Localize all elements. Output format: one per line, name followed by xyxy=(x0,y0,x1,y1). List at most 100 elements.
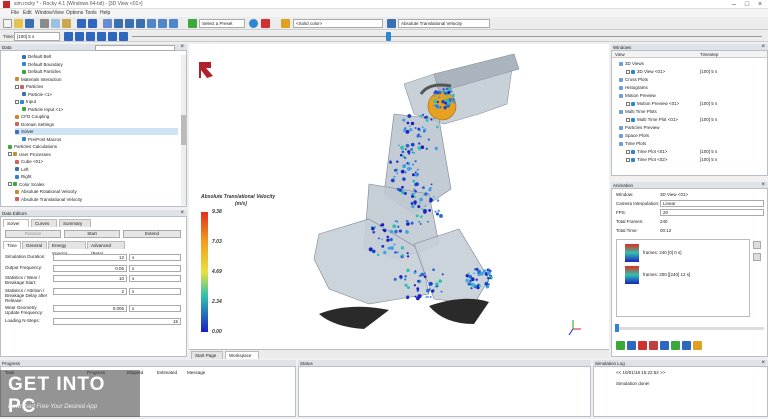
undo-icon[interactable] xyxy=(77,19,86,28)
view-top-icon[interactable] xyxy=(136,19,145,28)
folder-icon[interactable] xyxy=(693,341,702,350)
add-keyframe-icon[interactable] xyxy=(616,341,625,350)
tab-workspace[interactable]: Workspace ■ xyxy=(225,351,259,366)
export-video-icon[interactable] xyxy=(682,341,691,350)
last-frame-icon[interactable] xyxy=(108,32,117,41)
windows-tree-item[interactable]: Histograms xyxy=(619,84,762,91)
data-tree-item[interactable]: Left xyxy=(15,166,29,173)
menu-edit[interactable]: Edit xyxy=(23,10,32,16)
redo-icon[interactable] xyxy=(88,19,97,28)
field-input[interactable]: 15 xyxy=(53,318,181,325)
menu-view[interactable]: View xyxy=(53,10,64,16)
data-tree-item[interactable]: Materials Interaction xyxy=(15,76,62,83)
field-input[interactable]: 10 xyxy=(53,275,127,282)
camera-icon[interactable] xyxy=(103,19,112,28)
refresh-icon[interactable] xyxy=(249,19,258,28)
unit-select[interactable]: s xyxy=(129,275,181,282)
animation-progress-handle[interactable] xyxy=(615,324,619,332)
menu-file[interactable]: File xyxy=(11,10,19,16)
checkbox[interactable] xyxy=(626,149,630,154)
keyframe-list[interactable]: frames: 240 [0] 0 s] frames: 200 [[240] … xyxy=(616,239,750,317)
field-input[interactable]: 0.005 xyxy=(53,305,127,312)
editors-close-icon[interactable]: × xyxy=(180,210,184,217)
palette-icon[interactable] xyxy=(281,19,290,28)
play-icon[interactable] xyxy=(86,32,95,41)
view-front-icon[interactable] xyxy=(114,19,123,28)
tab-curves[interactable]: Curves xyxy=(31,219,57,227)
tab-start-page[interactable]: Start Page ■ xyxy=(191,351,223,366)
data-tree-item[interactable]: Color Scales xyxy=(8,181,45,188)
unit-select[interactable]: s xyxy=(129,265,181,272)
checkbox[interactable] xyxy=(626,101,630,106)
record-icon[interactable] xyxy=(649,341,658,350)
menu-options[interactable]: Options xyxy=(66,10,83,16)
windows-tree-item[interactable]: Time Plot <01> [100] 5 s xyxy=(626,148,762,155)
animation-progress-track[interactable] xyxy=(616,327,764,330)
field-input[interactable]: 2 xyxy=(53,288,127,295)
3d-viewport[interactable]: Absolute Translational Velocity (m/s) 9.… xyxy=(189,44,609,349)
minimize-icon[interactable]: – xyxy=(728,0,740,9)
preset-select[interactable]: Select a Preset xyxy=(199,19,245,28)
panel-close-icon[interactable]: × xyxy=(180,44,184,51)
field-input[interactable]: 12 xyxy=(53,254,127,261)
start-button[interactable]: Start xyxy=(64,230,120,238)
simlog-close-icon[interactable]: × xyxy=(761,360,765,367)
windows-tree-item[interactable]: Cross Plots xyxy=(619,76,762,83)
view-side-icon[interactable] xyxy=(125,19,134,28)
data-tree-item[interactable]: Particles Calculations xyxy=(8,143,57,150)
open-folder-icon[interactable] xyxy=(14,19,23,28)
data-tree-item[interactable]: Domain Settings xyxy=(15,121,54,128)
data-tree-item[interactable]: Default Particles xyxy=(22,68,61,75)
color-settings-icon[interactable] xyxy=(387,19,396,28)
keyframe-2[interactable]: frames: 200 [[240] 12 s] xyxy=(643,272,690,277)
windows-tree-item[interactable]: 3D Views xyxy=(619,60,762,67)
subtab-energy-spectra[interactable]: Energy Spectra xyxy=(48,241,86,256)
checkbox[interactable] xyxy=(8,152,12,157)
data-search-input[interactable] xyxy=(95,45,175,51)
subtab-advanced[interactable]: Advanced (Beta) xyxy=(87,241,125,256)
windows-close-icon[interactable]: × xyxy=(761,44,765,51)
data-tree-item[interactable]: Absolute Translational Velocity xyxy=(15,196,82,203)
data-tree-item[interactable]: CFD Coupling xyxy=(15,113,49,120)
unit-select[interactable]: s xyxy=(129,288,181,295)
checkbox[interactable] xyxy=(626,117,630,122)
data-tree-item[interactable]: Default Boundary xyxy=(22,61,63,68)
menu-tools[interactable]: Tools xyxy=(85,10,97,16)
data-tree-item[interactable]: Absolute Rotational Velocity xyxy=(15,188,77,195)
zoom-icon[interactable] xyxy=(158,19,167,28)
windows-tree-item[interactable]: Multi Time Plot <01> [100] 5 s xyxy=(626,116,762,123)
checkbox[interactable] xyxy=(626,69,630,74)
windows-tree-item[interactable]: Motion Preview xyxy=(619,92,762,99)
windows-tree-item[interactable]: 3D View <01> [100] 5 s xyxy=(626,68,762,75)
release-button[interactable]: Release xyxy=(5,230,61,238)
preview-icon[interactable] xyxy=(660,341,669,350)
checkbox[interactable] xyxy=(15,84,19,89)
data-tree-item[interactable]: Particle <1> xyxy=(22,91,52,98)
data-tree-item[interactable]: User Processes xyxy=(8,151,51,158)
time-slider-handle[interactable] xyxy=(386,32,391,41)
windows-tree-item[interactable]: Particles Preview xyxy=(619,124,762,131)
data-scrollbar[interactable] xyxy=(181,55,186,205)
data-tree-item[interactable]: Default Belt xyxy=(22,53,51,60)
checkbox[interactable] xyxy=(8,182,12,187)
keyframe-1[interactable]: frames: 240 [0] 0 s] xyxy=(643,250,682,255)
time-slider-track[interactable] xyxy=(132,36,762,37)
field-input[interactable]: 0.05 xyxy=(53,265,127,272)
play-preset-icon[interactable] xyxy=(188,19,197,28)
tab-solver[interactable]: Solver xyxy=(3,219,29,227)
data-tree-item[interactable]: Right xyxy=(15,173,32,180)
windows-tree-item[interactable]: Multi Time Plots xyxy=(619,108,762,115)
color-select[interactable]: <Solid color> xyxy=(293,19,383,28)
checkbox[interactable] xyxy=(626,157,630,162)
data-tree-item[interactable]: Cube <01> xyxy=(15,158,43,165)
first-frame-icon[interactable] xyxy=(64,32,73,41)
animation-close-icon[interactable]: × xyxy=(761,182,765,189)
prev-frame-icon[interactable] xyxy=(75,32,84,41)
fit-view-icon[interactable] xyxy=(147,19,156,28)
data-tree-item[interactable]: Pre/Post Macros xyxy=(22,136,61,143)
save-icon[interactable] xyxy=(25,19,34,28)
next-frame-icon[interactable] xyxy=(97,32,106,41)
cut-icon[interactable] xyxy=(40,19,49,28)
data-tree-item[interactable]: Input xyxy=(15,98,36,105)
new-file-icon[interactable] xyxy=(3,19,12,28)
